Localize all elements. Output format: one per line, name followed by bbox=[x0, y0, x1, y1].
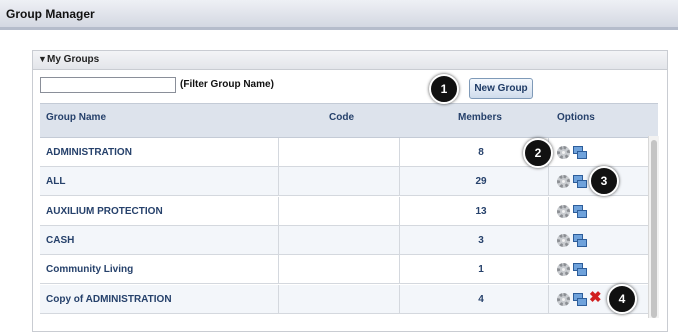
copy-icon[interactable] bbox=[573, 263, 587, 277]
member-count: 3 bbox=[478, 234, 484, 246]
column-divider bbox=[548, 196, 549, 226]
table-row[interactable]: ADMINISTRATION 8 bbox=[40, 138, 648, 167]
gear-icon[interactable] bbox=[557, 146, 570, 159]
member-count: 13 bbox=[475, 205, 487, 217]
column-divider bbox=[548, 284, 549, 314]
group-name-link[interactable]: Community Living bbox=[46, 264, 133, 275]
window-titlebar: Group Manager bbox=[0, 0, 678, 30]
group-name-link[interactable]: CASH bbox=[46, 235, 74, 246]
copy-icon[interactable] bbox=[573, 146, 587, 159]
panel-header[interactable]: ▼ My Groups bbox=[33, 51, 667, 70]
table-row[interactable]: AUXILIUM PROTECTION 13 bbox=[40, 196, 648, 226]
delete-icon[interactable]: ✖ bbox=[589, 290, 602, 305]
column-divider bbox=[548, 225, 549, 255]
copy-icon[interactable] bbox=[573, 233, 587, 247]
table-header: Group Name Code Members Options bbox=[40, 103, 658, 138]
column-divider bbox=[548, 167, 549, 197]
filter-group-name-input[interactable] bbox=[40, 77, 176, 93]
column-divider bbox=[278, 138, 279, 167]
gear-icon[interactable] bbox=[557, 175, 570, 189]
member-count: 29 bbox=[475, 176, 487, 188]
column-divider bbox=[278, 284, 279, 314]
panel-title: My Groups bbox=[47, 54, 100, 65]
gear-icon[interactable] bbox=[557, 263, 570, 277]
copy-icon[interactable] bbox=[573, 175, 587, 189]
column-divider bbox=[278, 225, 279, 255]
new-group-button[interactable]: New Group bbox=[469, 78, 533, 99]
callout-marker: 3 bbox=[589, 166, 619, 196]
table-scrollbar[interactable] bbox=[648, 136, 659, 318]
group-name-link[interactable]: Copy of ADMINISTRATION bbox=[46, 294, 172, 305]
column-divider bbox=[278, 167, 279, 197]
copy-icon[interactable] bbox=[573, 204, 587, 218]
filter-label: (Filter Group Name) bbox=[180, 79, 274, 90]
callout-marker: 2 bbox=[523, 138, 553, 168]
scrollbar-thumb[interactable] bbox=[651, 140, 657, 318]
column-header-group-name[interactable]: Group Name bbox=[46, 112, 106, 123]
callout-marker: 1 bbox=[429, 74, 459, 104]
column-divider bbox=[278, 196, 279, 226]
column-divider bbox=[278, 255, 279, 285]
member-count: 4 bbox=[478, 293, 484, 305]
app-title: Group Manager bbox=[6, 7, 95, 21]
collapse-arrow-icon[interactable]: ▼ bbox=[38, 54, 47, 64]
copy-icon[interactable] bbox=[573, 292, 587, 306]
table-row[interactable]: CASH 3 bbox=[40, 225, 648, 255]
table-row[interactable]: Community Living 1 bbox=[40, 255, 648, 285]
column-divider bbox=[548, 255, 549, 285]
callout-marker: 4 bbox=[607, 284, 637, 314]
group-name-link[interactable]: ADMINISTRATION bbox=[46, 147, 132, 158]
column-header-members[interactable]: Members bbox=[458, 112, 502, 123]
group-name-link[interactable]: ALL bbox=[46, 176, 65, 187]
table-row[interactable]: Copy of ADMINISTRATION 4 ✖ bbox=[40, 284, 648, 314]
table-row[interactable]: ALL 29 bbox=[40, 167, 648, 197]
member-count: 1 bbox=[478, 264, 484, 276]
gear-icon[interactable] bbox=[557, 292, 570, 306]
group-name-link[interactable]: AUXILIUM PROTECTION bbox=[46, 206, 163, 217]
gear-icon[interactable] bbox=[557, 233, 570, 247]
column-header-options: Options bbox=[557, 112, 595, 123]
gear-icon[interactable] bbox=[557, 204, 570, 218]
column-header-code[interactable]: Code bbox=[329, 112, 354, 123]
